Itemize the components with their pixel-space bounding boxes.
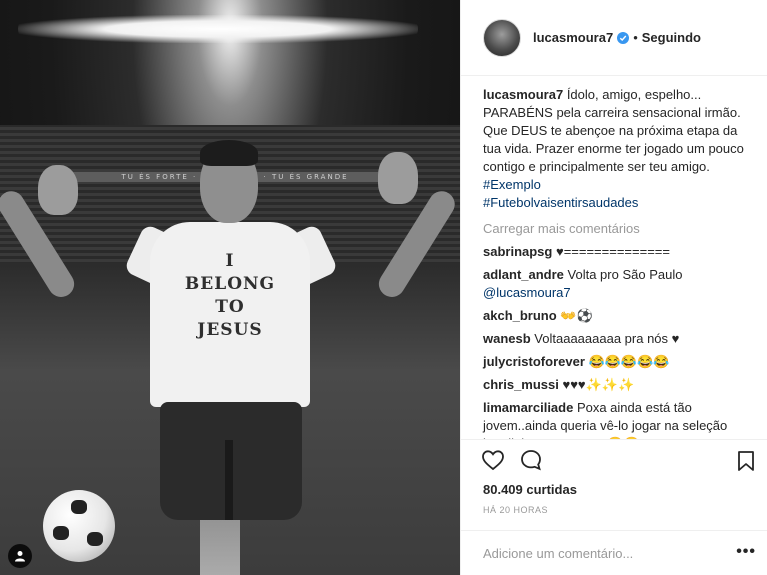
comments-list[interactable]: lucasmoura7 Ídolo, amigo, espelho... PAR… xyxy=(461,76,767,439)
comment-input[interactable] xyxy=(483,543,723,563)
header-separator: • xyxy=(633,30,638,45)
comment-text: Voltaaaaaaaaa pra nós ♥ xyxy=(530,331,680,346)
post-side-panel: lucasmoura7 • Seguindo lucasmoura7 Ídolo… xyxy=(460,0,767,575)
caption-username[interactable]: lucasmoura7 xyxy=(483,87,563,102)
soccer-ball xyxy=(43,490,115,562)
person-tag-icon[interactable] xyxy=(8,544,32,568)
speech-bubble-icon[interactable] xyxy=(519,448,543,477)
comment-username[interactable]: chris_mussi xyxy=(483,377,559,392)
comment-username[interactable]: akch_bruno xyxy=(483,308,557,323)
post-actions: 80.409 curtidas HÁ 20 HORAS ••• xyxy=(461,439,767,575)
comment-text: ♥============== xyxy=(552,244,670,259)
shirt-line: TO xyxy=(215,297,245,317)
player-hair xyxy=(200,140,258,166)
comment-item: julycristoforever 😂😂😂😂😂 xyxy=(483,353,746,371)
comment-text: 😂😂😂😂😂 xyxy=(584,354,670,369)
comment-item: sabrinapsg ♥============== xyxy=(483,243,746,261)
jeans-gap xyxy=(225,440,233,520)
comment-username[interactable]: sabrinapsg xyxy=(483,244,552,259)
bookmark-icon[interactable] xyxy=(736,450,756,477)
comment-item: wanesb Voltaaaaaaaaa pra nós ♥ xyxy=(483,330,746,348)
comment-item: akch_bruno 👐⚽ xyxy=(483,307,746,325)
comment-item: limamarciliade Poxa ainda está tão jovem… xyxy=(483,399,746,439)
comment-username[interactable]: julycristoforever xyxy=(483,354,585,369)
hashtag-link[interactable]: #Exemplo xyxy=(483,177,541,192)
comment-username[interactable]: wanesb xyxy=(483,331,531,346)
comment-text: 👐⚽ xyxy=(556,308,593,323)
comment-username[interactable]: adlant_andre xyxy=(483,267,564,282)
shirt-line: BELONG xyxy=(184,274,276,294)
comment-item: adlant_andre Volta pro São Paulo @lucasm… xyxy=(483,266,746,302)
add-comment-area: ••• xyxy=(461,530,767,575)
more-options-button[interactable]: ••• xyxy=(736,543,756,561)
ball-patch xyxy=(53,526,69,540)
ball-patch xyxy=(87,532,103,546)
shirt-line: I xyxy=(225,251,235,271)
shirt-print: I BELONG TO JESUS xyxy=(168,250,292,342)
shirt-line: JESUS xyxy=(197,320,263,340)
right-hand xyxy=(378,152,418,204)
mention-link[interactable]: @lucasmoura7 xyxy=(483,285,571,300)
comment-item: chris_mussi ♥♥♥✨✨✨ xyxy=(483,376,746,394)
likes-count[interactable]: 80.409 curtidas xyxy=(483,482,577,497)
post-timestamp[interactable]: HÁ 20 HORAS xyxy=(483,505,548,515)
following-button[interactable]: Seguindo xyxy=(642,30,701,45)
ball-patch xyxy=(71,500,87,514)
post-caption: lucasmoura7 Ídolo, amigo, espelho... PAR… xyxy=(483,86,746,212)
stadium-floodlight xyxy=(18,15,418,43)
action-buttons xyxy=(481,448,543,477)
comment-username[interactable]: limamarciliade xyxy=(483,400,573,415)
post-photo[interactable]: TU ÉS FORTE · SÃO PAULO · TU ÉS GRANDE I… xyxy=(0,0,460,575)
left-hand xyxy=(38,165,78,215)
load-more-comments[interactable]: Carregar mais comentários xyxy=(483,220,746,238)
avatar[interactable] xyxy=(483,18,521,57)
comment-text: ♥♥♥✨✨✨ xyxy=(558,377,635,392)
hashtag-link[interactable]: #Futebolvaisentirsaudades xyxy=(483,195,638,210)
comment-text: Volta pro São Paulo xyxy=(563,267,683,282)
verified-badge-icon xyxy=(617,31,630,44)
post-header: lucasmoura7 • Seguindo xyxy=(461,0,767,76)
heart-icon[interactable] xyxy=(481,448,505,477)
header-username[interactable]: lucasmoura7 xyxy=(533,30,613,45)
